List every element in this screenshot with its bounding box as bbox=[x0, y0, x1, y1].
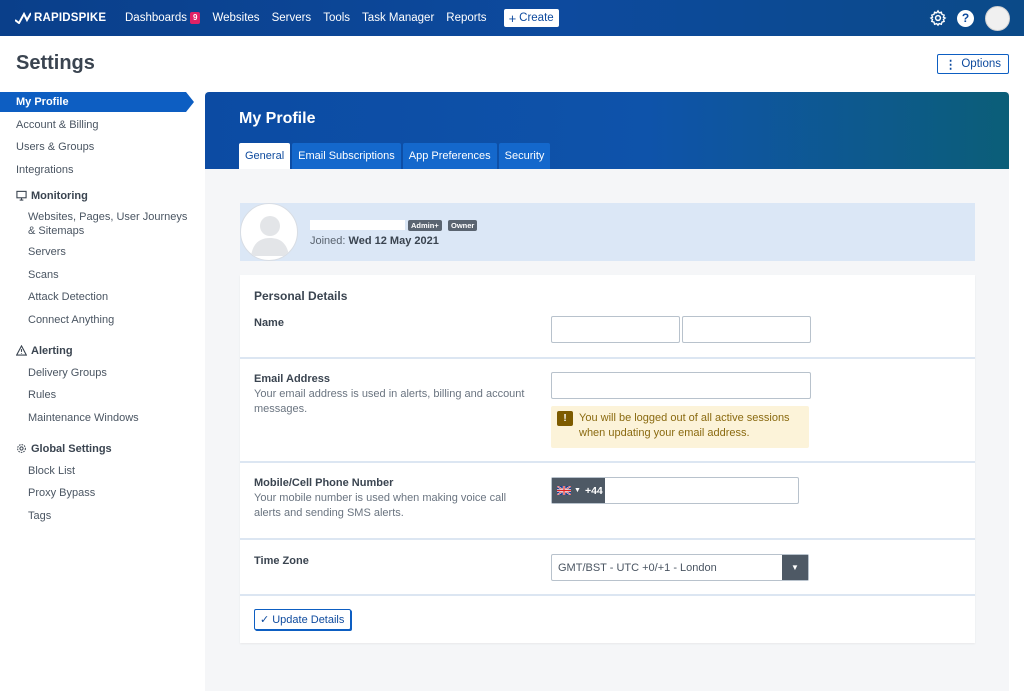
country-code-selector[interactable]: ▼ +44 bbox=[552, 478, 605, 503]
divider bbox=[240, 357, 975, 359]
timezone-label: Time Zone bbox=[254, 555, 309, 567]
nav-dashboards-label: Dashboards bbox=[125, 12, 188, 24]
sidebar-section-monitoring: Monitoring bbox=[0, 186, 188, 206]
sidebar-item-my-profile[interactable]: My Profile bbox=[0, 92, 194, 112]
uk-flag-icon bbox=[557, 486, 571, 495]
sidebar-item-block-list[interactable]: Block List bbox=[0, 461, 188, 481]
sidebar-item-tags[interactable]: Tags bbox=[0, 506, 188, 526]
sidebar-item-websites-pages[interactable]: Websites, Pages, User Journeys & Sitemap… bbox=[0, 208, 188, 240]
timezone-select[interactable]: GMT/BST - UTC +0/+1 - London ▼ bbox=[551, 554, 809, 581]
help-icon[interactable]: ? bbox=[957, 9, 974, 27]
email-warning-alert: ! You will be logged out of all active s… bbox=[551, 406, 809, 448]
user-avatar[interactable] bbox=[985, 5, 1010, 31]
sidebar-section-global-settings-label: Global Settings bbox=[31, 442, 112, 455]
sidebar-item-attack-detection[interactable]: Attack Detection bbox=[0, 287, 188, 307]
last-name-input[interactable] bbox=[682, 316, 811, 343]
divider bbox=[240, 594, 975, 596]
profile-tabs: General Email Subscriptions App Preferen… bbox=[239, 143, 552, 169]
redacted-user-name bbox=[310, 220, 405, 230]
sidebar-item-scans[interactable]: Scans bbox=[0, 265, 188, 285]
first-name-input[interactable] bbox=[551, 316, 680, 343]
page-title: Settings bbox=[16, 52, 95, 74]
divider bbox=[240, 461, 975, 463]
personal-details-card: Personal Details Name Email Address Your… bbox=[240, 275, 975, 643]
caret-down-icon[interactable]: ▼ bbox=[782, 555, 808, 580]
user-silhouette-icon bbox=[251, 216, 289, 256]
tab-security[interactable]: Security bbox=[498, 143, 551, 169]
sidebar-item-maintenance-windows[interactable]: Maintenance Windows bbox=[0, 408, 188, 428]
more-vertical-icon: ⋮ bbox=[944, 59, 957, 71]
sidebar-item-connect-anything[interactable]: Connect Anything bbox=[0, 310, 188, 330]
name-label: Name bbox=[254, 317, 284, 329]
tab-app-preferences[interactable]: App Preferences bbox=[402, 143, 497, 169]
nav-websites[interactable]: Websites bbox=[212, 12, 259, 24]
sidebar-item-account-billing[interactable]: Account & Billing bbox=[0, 115, 188, 135]
phone-help-text: Your mobile number is used when making v… bbox=[254, 492, 507, 519]
tab-email-subscriptions[interactable]: Email Subscriptions bbox=[292, 143, 401, 169]
email-label: Email Address bbox=[254, 373, 331, 385]
warning-triangle-icon bbox=[16, 345, 27, 356]
exclamation-icon: ! bbox=[557, 411, 573, 426]
email-help-text: Your email address is used in alerts, bi… bbox=[254, 388, 525, 415]
sidebar-item-delivery-groups[interactable]: Delivery Groups bbox=[0, 363, 188, 383]
checkmark-icon: ✓ bbox=[260, 614, 270, 626]
sidebar-section-alerting-label: Alerting bbox=[31, 344, 73, 357]
nav-reports[interactable]: Reports bbox=[446, 12, 486, 24]
options-button[interactable]: ⋮ Options bbox=[936, 54, 1009, 74]
sidebar-item-servers[interactable]: Servers bbox=[0, 242, 188, 262]
gear-icon bbox=[17, 444, 26, 453]
email-input[interactable] bbox=[551, 372, 811, 399]
sidebar-item-rules[interactable]: Rules bbox=[0, 385, 188, 405]
tab-general[interactable]: General bbox=[239, 143, 291, 169]
divider bbox=[240, 538, 975, 540]
dashboards-count-badge: 9 bbox=[190, 12, 201, 24]
rapidspike-logo[interactable]: RAPIDSPIKE bbox=[15, 12, 115, 24]
nav-servers[interactable]: Servers bbox=[272, 12, 312, 24]
options-button-label: Options bbox=[961, 58, 1001, 70]
settings-sidebar: My Profile Account & Billing Users & Gro… bbox=[0, 92, 194, 528]
create-button[interactable]: + Create bbox=[503, 9, 559, 27]
owner-badge: Owner bbox=[448, 220, 478, 231]
nav-dashboards[interactable]: Dashboards 9 bbox=[125, 12, 201, 24]
phone-label: Mobile/Cell Phone Number bbox=[254, 477, 394, 489]
top-right-icons: ? bbox=[929, 0, 1024, 36]
profile-avatar bbox=[240, 203, 298, 261]
update-details-label: Update Details bbox=[272, 613, 345, 626]
personal-details-title: Personal Details bbox=[254, 289, 348, 303]
plus-icon: + bbox=[508, 10, 517, 26]
profile-content: My Profile General Email Subscriptions A… bbox=[205, 92, 1009, 691]
create-button-label: Create bbox=[519, 12, 554, 24]
joined-date: Joined: Wed 12 May 2021 bbox=[310, 235, 439, 247]
email-warning-text: You will be logged out of all active ses… bbox=[579, 412, 790, 439]
joined-date-value: Wed 12 May 2021 bbox=[348, 235, 439, 247]
logo-text: RAPIDSPIKE bbox=[34, 12, 107, 24]
sidebar-item-integrations[interactable]: Integrations bbox=[0, 160, 188, 180]
profile-summary bbox=[240, 203, 975, 261]
top-navbar: RAPIDSPIKE Dashboards 9 Websites Servers… bbox=[0, 0, 1024, 36]
joined-label: Joined: bbox=[310, 235, 346, 247]
sidebar-section-global-settings: Global Settings bbox=[0, 439, 188, 459]
chevron-down-icon: ▼ bbox=[574, 487, 581, 494]
redacted-phone-number bbox=[611, 486, 681, 495]
profile-banner: My Profile General Email Subscriptions A… bbox=[205, 92, 1009, 169]
nav-task-manager[interactable]: Task Manager bbox=[362, 12, 434, 24]
sidebar-section-monitoring-label: Monitoring bbox=[31, 189, 88, 202]
sidebar-item-proxy-bypass[interactable]: Proxy Bypass bbox=[0, 483, 188, 503]
timezone-value: GMT/BST - UTC +0/+1 - London bbox=[558, 561, 717, 574]
sidebar-item-users-groups[interactable]: Users & Groups bbox=[0, 137, 188, 157]
sidebar-section-alerting: Alerting bbox=[0, 341, 188, 361]
profile-title: My Profile bbox=[239, 110, 316, 127]
main-nav: Dashboards 9 Websites Servers Tools Task… bbox=[125, 9, 559, 27]
logo-mark-icon bbox=[15, 12, 31, 24]
phone-input[interactable]: ▼ +44 bbox=[551, 477, 799, 504]
nav-tools[interactable]: Tools bbox=[323, 12, 350, 24]
update-details-button[interactable]: ✓ Update Details bbox=[254, 609, 352, 630]
country-code-value: +44 bbox=[584, 484, 603, 497]
monitor-icon bbox=[16, 190, 27, 201]
settings-gear-icon[interactable] bbox=[929, 9, 947, 27]
admin-plus-badge: Admin+ bbox=[408, 220, 442, 231]
